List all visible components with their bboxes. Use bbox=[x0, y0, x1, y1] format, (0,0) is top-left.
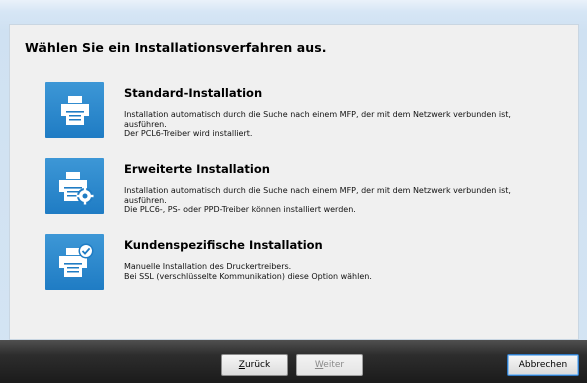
advanced-installation-title: Erweiterte Installation bbox=[124, 162, 270, 176]
installer-window: Wählen Sie ein Installationsverfahren au… bbox=[0, 0, 587, 383]
custom-installation-description: Manuelle Installation des Druckertreiber… bbox=[124, 262, 372, 281]
printer-gear-icon bbox=[59, 172, 94, 205]
printer-check-icon bbox=[59, 243, 94, 277]
advanced-installation-tile[interactable] bbox=[45, 158, 104, 214]
custom-installation-tile[interactable] bbox=[45, 234, 104, 290]
option-standard-installation[interactable]: Standard-Installation Installation autom… bbox=[45, 82, 575, 142]
printer-icon bbox=[61, 96, 89, 125]
cancel-button[interactable]: Abbrechen bbox=[507, 354, 579, 376]
standard-installation-title: Standard-Installation bbox=[124, 86, 263, 100]
advanced-installation-description: Installation automatisch durch die Suche… bbox=[124, 186, 511, 215]
back-button[interactable]: Zurück bbox=[221, 354, 288, 376]
option-custom-installation[interactable]: Kundenspezifische Installation Manuelle … bbox=[45, 234, 575, 294]
standard-installation-description: Installation automatisch durch die Suche… bbox=[124, 110, 511, 139]
custom-installation-title: Kundenspezifische Installation bbox=[124, 238, 323, 252]
footer-bar: Zurück Weiter Abbrechen bbox=[0, 340, 587, 383]
option-advanced-installation[interactable]: Erweiterte Installation Installation aut… bbox=[45, 158, 575, 218]
standard-installation-tile[interactable] bbox=[45, 82, 104, 138]
next-button[interactable]: Weiter bbox=[296, 354, 363, 376]
page-heading: Wählen Sie ein Installationsverfahren au… bbox=[25, 40, 327, 55]
